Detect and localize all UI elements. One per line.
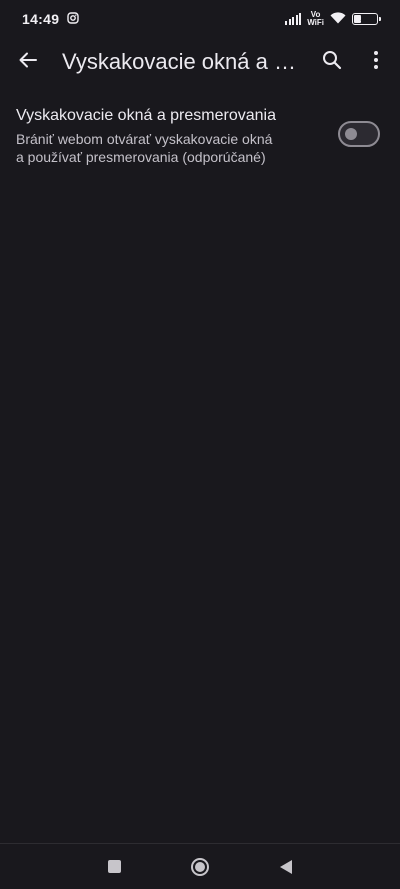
signal-icon <box>285 13 302 25</box>
back-button[interactable] <box>4 38 52 86</box>
status-right: Vo WiFi 29 <box>285 11 381 27</box>
toggle-knob <box>345 128 357 140</box>
vowifi-icon: Vo WiFi <box>307 11 324 27</box>
navigation-bar <box>0 843 400 889</box>
search-button[interactable] <box>308 38 356 86</box>
battery-level: 29 <box>360 14 370 23</box>
status-time: 14:49 <box>22 11 60 27</box>
screen: 14:49 Vo WiFi 29 Vyskakovacie okná a pr.… <box>0 0 400 889</box>
more-options-button[interactable] <box>352 38 400 86</box>
setting-text: Vyskakovacie okná a presmerovania Brániť… <box>16 102 338 166</box>
app-bar: Vyskakovacie okná a pr... <box>0 38 400 86</box>
triangle-back-icon <box>280 859 292 874</box>
more-vert-icon <box>373 50 379 75</box>
arrow-back-icon <box>18 50 38 75</box>
vowifi-bottom: WiFi <box>307 18 324 27</box>
nav-back-button[interactable] <box>272 853 300 881</box>
setting-description-line2: a používať presmerovania (odporúčané) <box>16 149 266 165</box>
status-bar: 14:49 Vo WiFi 29 <box>0 0 400 38</box>
recents-button[interactable] <box>100 853 128 881</box>
search-icon <box>322 50 342 75</box>
setting-title: Vyskakovacie okná a presmerovania <box>16 107 276 124</box>
popups-redirects-setting[interactable]: Vyskakovacie okná a presmerovania Brániť… <box>0 102 400 166</box>
popups-toggle[interactable] <box>338 121 380 147</box>
setting-description-line1: Brániť webom otvárať vyskakovacie okná <box>16 131 273 147</box>
setting-description: Brániť webom otvárať vyskakovacie okná a… <box>16 130 296 166</box>
square-icon <box>107 860 121 873</box>
page-title: Vyskakovacie okná a pr... <box>62 49 308 74</box>
home-button[interactable] <box>186 853 214 881</box>
wifi-icon <box>330 11 346 27</box>
instagram-icon <box>67 11 80 27</box>
circle-icon <box>191 857 209 876</box>
battery-icon: 29 <box>352 13 381 25</box>
status-left: 14:49 <box>22 11 80 27</box>
